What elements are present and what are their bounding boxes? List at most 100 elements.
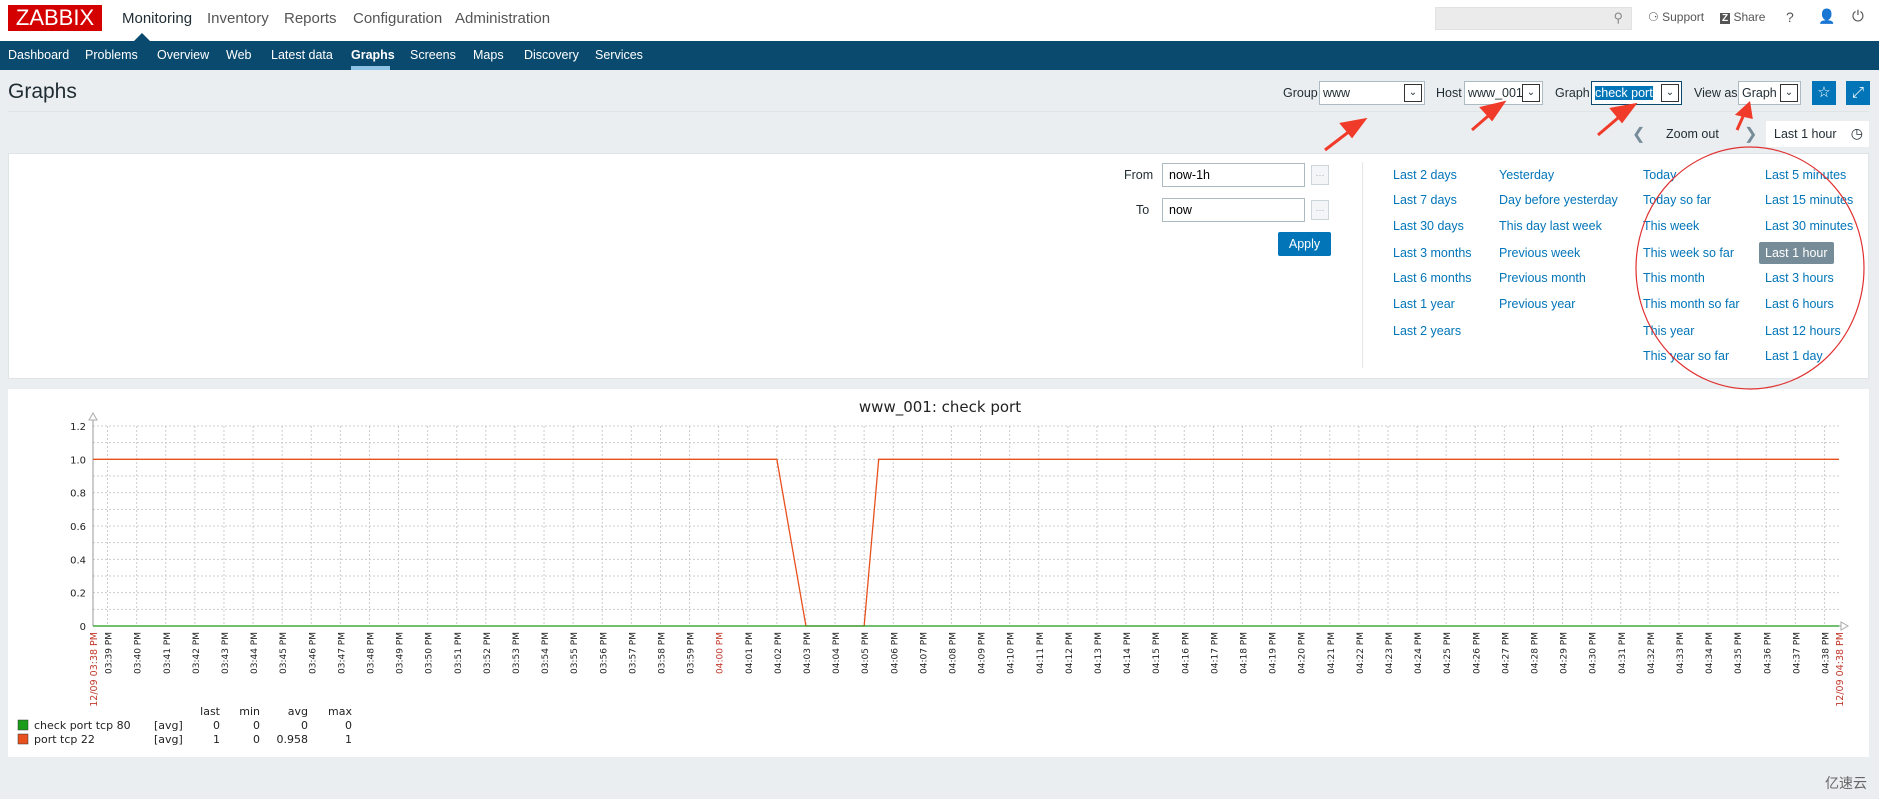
quick-range-last-15-minutes[interactable]: Last 15 minutes bbox=[1765, 193, 1853, 207]
quick-range-last-3-hours[interactable]: Last 3 hours bbox=[1765, 271, 1834, 285]
page-title: Graphs bbox=[8, 80, 77, 103]
quick-range-this-week[interactable]: This week bbox=[1643, 219, 1699, 233]
x-tick-label: 04:01 PM bbox=[745, 632, 755, 674]
x-tick-label: 04:34 PM bbox=[1705, 632, 1715, 674]
quick-range-last-1-day[interactable]: Last 1 day bbox=[1765, 349, 1823, 363]
legend-value-avg: 0.958 bbox=[277, 733, 309, 746]
subnav-overview[interactable]: Overview bbox=[157, 48, 209, 62]
expand-icon: ⤢ bbox=[1851, 84, 1864, 101]
quick-range-last-2-days[interactable]: Last 2 days bbox=[1393, 168, 1457, 182]
menu-inventory[interactable]: Inventory bbox=[207, 10, 269, 27]
quick-range-previous-week[interactable]: Previous week bbox=[1499, 246, 1580, 260]
user-profile-icon[interactable]: 👤 bbox=[1818, 8, 1835, 25]
quick-range-last-5-minutes[interactable]: Last 5 minutes bbox=[1765, 168, 1846, 182]
support-link[interactable]: ⚆ Support bbox=[1648, 10, 1704, 24]
menu-administration[interactable]: Administration bbox=[455, 10, 550, 27]
quick-range-this-month-so-far[interactable]: This month so far bbox=[1643, 297, 1740, 311]
x-tick-label: 04:13 PM bbox=[1094, 632, 1104, 674]
group-select[interactable]: www ⌄ bbox=[1319, 81, 1425, 105]
quick-range-this-day-last-week[interactable]: This day last week bbox=[1499, 219, 1602, 233]
quick-range-last-7-days[interactable]: Last 7 days bbox=[1393, 193, 1457, 207]
x-start-label: 12/09 03:38 PM bbox=[89, 632, 100, 707]
quick-range-previous-month[interactable]: Previous month bbox=[1499, 271, 1586, 285]
quick-range-this-year[interactable]: This year bbox=[1643, 324, 1694, 338]
from-calendar-icon[interactable]: ⋯ bbox=[1311, 165, 1329, 185]
menu-reports[interactable]: Reports bbox=[284, 10, 337, 27]
quick-range-last-30-days[interactable]: Last 30 days bbox=[1393, 219, 1464, 233]
x-tick-label: 03:44 PM bbox=[250, 632, 260, 674]
quick-range-last-2-years[interactable]: Last 2 years bbox=[1393, 324, 1461, 338]
x-tick-label: 04:04 PM bbox=[832, 632, 842, 674]
quick-range-last-3-months[interactable]: Last 3 months bbox=[1393, 246, 1472, 260]
search-input[interactable]: ⚲ bbox=[1435, 7, 1632, 30]
time-period-tab[interactable]: Last 1 hour ◷ bbox=[1766, 121, 1869, 147]
quick-range-last-6-hours[interactable]: Last 6 hours bbox=[1765, 297, 1834, 311]
quick-range-last-30-minutes[interactable]: Last 30 minutes bbox=[1765, 219, 1853, 233]
subnav-latest-data[interactable]: Latest data bbox=[271, 48, 333, 62]
quick-range-today[interactable]: Today bbox=[1643, 168, 1676, 182]
group-value: www bbox=[1323, 86, 1351, 100]
view-as-select[interactable]: Graph ⌄ bbox=[1738, 81, 1801, 105]
subnav-problems[interactable]: Problems bbox=[85, 48, 138, 62]
annotation-arrow bbox=[1597, 110, 1626, 137]
x-tick-label: 04:07 PM bbox=[919, 632, 929, 674]
x-tick-label: 04:30 PM bbox=[1589, 632, 1599, 674]
subnav-web[interactable]: Web bbox=[226, 48, 251, 62]
graph-select[interactable]: check port ⌄ bbox=[1591, 81, 1682, 105]
x-tick-label: 03:42 PM bbox=[192, 632, 202, 674]
zabbix-logo[interactable]: ZABBIX bbox=[8, 5, 102, 31]
sign-out-icon[interactable]: ⏻ bbox=[1852, 8, 1864, 25]
x-tick-label: 03:52 PM bbox=[483, 632, 493, 674]
quick-range-last-1-year[interactable]: Last 1 year bbox=[1393, 297, 1455, 311]
y-tick-label: 0 bbox=[80, 622, 86, 633]
x-tick-label: 03:48 PM bbox=[366, 632, 376, 674]
search-icon[interactable]: ⚲ bbox=[1613, 10, 1623, 26]
host-select[interactable]: www_001 ⌄ bbox=[1464, 81, 1543, 105]
quick-range-this-month[interactable]: This month bbox=[1643, 271, 1705, 285]
x-tick-label: 04:11 PM bbox=[1036, 632, 1046, 674]
quick-range-last-12-hours[interactable]: Last 12 hours bbox=[1765, 324, 1841, 338]
x-axis-arrow bbox=[1840, 621, 1850, 631]
legend-value-last: 0 bbox=[213, 719, 220, 732]
annotation-arrow bbox=[1324, 125, 1356, 152]
subnav-services[interactable]: Services bbox=[595, 48, 643, 62]
to-input[interactable] bbox=[1162, 198, 1305, 222]
apply-button[interactable]: Apply bbox=[1278, 232, 1331, 256]
next-period-button[interactable]: ❯ bbox=[1744, 124, 1757, 144]
legend-header-last: last bbox=[200, 705, 221, 718]
fullscreen-button[interactable]: ⤢ bbox=[1846, 81, 1870, 105]
graph-label: Graph bbox=[1555, 86, 1590, 100]
menu-monitoring[interactable]: Monitoring bbox=[122, 10, 192, 27]
quick-range-previous-year[interactable]: Previous year bbox=[1499, 297, 1575, 311]
add-to-favourites-button[interactable]: ☆ bbox=[1812, 81, 1836, 105]
subnav-dashboard[interactable]: Dashboard bbox=[8, 48, 69, 62]
legend-header-max: max bbox=[328, 705, 352, 718]
subnav-discovery[interactable]: Discovery bbox=[524, 48, 579, 62]
quick-range-yesterday[interactable]: Yesterday bbox=[1499, 168, 1554, 182]
from-input[interactable] bbox=[1162, 163, 1305, 187]
quick-range-last-1-hour[interactable]: Last 1 hour bbox=[1759, 242, 1834, 264]
help-icon[interactable]: ? bbox=[1786, 9, 1794, 25]
quick-range-this-year-so-far[interactable]: This year so far bbox=[1643, 349, 1729, 363]
menu-configuration[interactable]: Configuration bbox=[353, 10, 442, 27]
x-tick-label: 04:00 PM bbox=[716, 632, 726, 674]
active-menu-caret bbox=[134, 33, 150, 41]
subnav-screens[interactable]: Screens bbox=[410, 48, 456, 62]
x-tick-label: 04:19 PM bbox=[1269, 632, 1279, 674]
view-as-label: View as bbox=[1694, 86, 1738, 100]
zoom-out-button[interactable]: Zoom out bbox=[1666, 127, 1719, 141]
to-calendar-icon[interactable]: ⋯ bbox=[1311, 200, 1329, 220]
host-label: Host bbox=[1436, 86, 1462, 100]
subnav-maps[interactable]: Maps bbox=[473, 48, 504, 62]
quick-range-last-6-months[interactable]: Last 6 months bbox=[1393, 271, 1472, 285]
quick-range-this-week-so-far[interactable]: This week so far bbox=[1643, 246, 1734, 260]
subnav-graphs[interactable]: Graphs bbox=[351, 48, 395, 62]
previous-period-button[interactable]: ❮ bbox=[1632, 124, 1645, 144]
x-tick-label: 04:37 PM bbox=[1792, 632, 1802, 674]
share-link[interactable]: Z Share bbox=[1720, 10, 1765, 24]
quick-range-day-before-yesterday[interactable]: Day before yesterday bbox=[1499, 193, 1618, 207]
y-tick-label: 0.4 bbox=[70, 555, 86, 566]
quick-range-today-so-far[interactable]: Today so far bbox=[1643, 193, 1711, 207]
y-axis-arrow bbox=[88, 411, 98, 421]
clock-icon: ◷ bbox=[1850, 125, 1863, 141]
